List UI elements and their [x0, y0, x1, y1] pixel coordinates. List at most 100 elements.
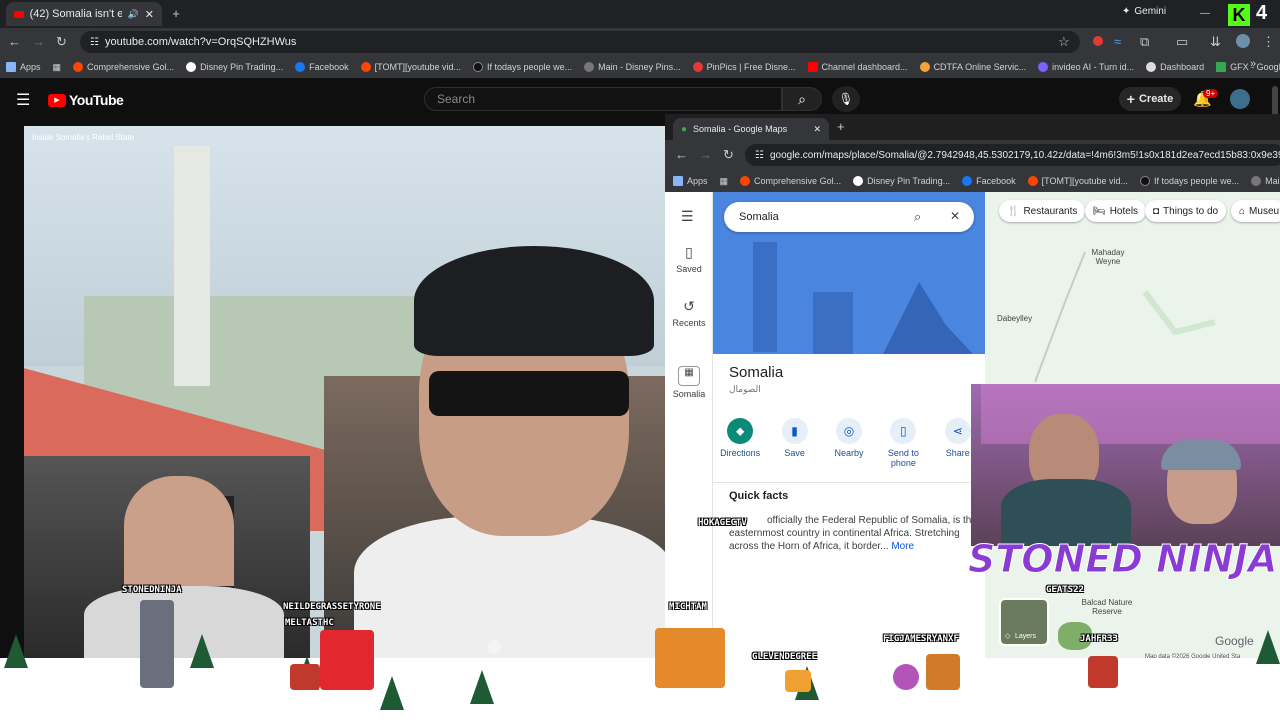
page-icon: [1251, 176, 1262, 186]
bookmark-item[interactable]: Disney Pin Trading...: [853, 176, 950, 186]
page-icon: [584, 62, 595, 72]
bookmark-icon: ▯: [685, 244, 693, 260]
maps-address-bar[interactable]: ☷ google.com/maps/place/Somalia/@2.79429…: [745, 144, 1280, 166]
search-icon[interactable]: ⌕: [914, 209, 921, 225]
voice-search-button[interactable]: 🎙: [832, 86, 860, 112]
extension-icon[interactable]: [1093, 36, 1103, 46]
bookmark-item[interactable]: Dashboard: [1146, 62, 1204, 72]
back-icon[interactable]: ←: [8, 34, 21, 49]
forward-icon[interactable]: →: [32, 34, 45, 49]
nearby-button[interactable]: ◎ Nearby: [826, 418, 872, 478]
sprite-cheese: [785, 670, 811, 692]
site-info-icon[interactable]: ☷: [90, 37, 99, 48]
kick-logo-icon: K: [1228, 4, 1250, 26]
side-panel-icon[interactable]: ▭: [1176, 34, 1188, 50]
bookmark-item[interactable]: Disney Pin Trading...: [186, 62, 283, 72]
forward-icon[interactable]: →: [699, 147, 712, 162]
sprite-tiger: [655, 628, 725, 688]
extensions-icon[interactable]: ⧉: [1140, 34, 1149, 50]
presenter-sunglasses: [429, 371, 629, 416]
bookmark-item[interactable]: Main - Disney Pins...: [584, 62, 681, 72]
save-button[interactable]: ▮ Save: [772, 418, 818, 478]
cdtfa-icon: [919, 62, 930, 72]
site-info-icon[interactable]: ☷: [755, 150, 764, 161]
rail-somalia[interactable]: ▦ Somalia: [665, 366, 713, 399]
reload-icon[interactable]: ↻: [723, 147, 734, 163]
chip-hotels[interactable]: 🛏 Hotels: [1085, 200, 1147, 222]
downloads-icon[interactable]: ⇊: [1210, 34, 1221, 50]
search-button[interactable]: ⌕: [782, 87, 822, 111]
gemini-label: Gemini: [1134, 6, 1167, 17]
bookmark-item[interactable]: CDTFA Online Servic...: [919, 62, 1026, 72]
new-tab-icon[interactable]: +: [837, 119, 845, 134]
bookmark-grid[interactable]: ▦: [53, 62, 62, 73]
bookmarks-overflow-icon[interactable]: »: [1250, 58, 1256, 70]
bookmark-label: [TOMT][youtube vid...: [1041, 176, 1129, 186]
bookmark-apps[interactable]: Apps: [673, 176, 708, 186]
bookmark-item[interactable]: GFX - Google Drive: [1216, 62, 1280, 72]
chip-label: Museu: [1249, 205, 1280, 217]
create-button[interactable]: + Create: [1119, 87, 1181, 111]
minimize-icon[interactable]: —: [1198, 4, 1212, 22]
quick-facts-heading: Quick facts: [729, 490, 789, 502]
youtube-logo[interactable]: ▶ YouTube: [48, 92, 124, 108]
hamburger-menu-icon[interactable]: ☰: [16, 90, 30, 110]
rail-saved[interactable]: ▯ Saved: [665, 244, 713, 274]
bookmark-item[interactable]: [TOMT][youtube vid...: [360, 62, 461, 72]
account-avatar[interactable]: [1230, 89, 1250, 109]
page-scrollbar[interactable]: [1272, 86, 1278, 116]
youtube-search-input[interactable]: Search: [424, 87, 782, 111]
video-player[interactable]: Inside Somalia's Rebel State: [24, 126, 665, 658]
browser-tab-youtube[interactable]: (42) Somalia isn't even real... 🔊 ✕: [6, 2, 162, 26]
bookmark-grid[interactable]: ▦: [720, 176, 729, 187]
bookmark-item[interactable]: If todays people we...: [1140, 176, 1239, 186]
bookmark-apps[interactable]: Apps: [6, 62, 41, 72]
hotel-icon: 🛏: [1093, 205, 1106, 217]
bookmark-item[interactable]: Comprehensive Gol...: [73, 62, 174, 72]
reload-icon[interactable]: ↻: [56, 34, 67, 50]
bookmark-item[interactable]: Facebook: [295, 62, 349, 72]
bookmark-item[interactable]: If todays people we...: [473, 62, 572, 72]
chip-things-to-do[interactable]: ◘ Things to do: [1145, 200, 1227, 222]
bookmark-item[interactable]: Channel dashboard...: [807, 62, 908, 72]
facebook-icon: [962, 176, 973, 186]
menu-kebab-icon[interactable]: ⋮: [1262, 34, 1275, 50]
chip-restaurants[interactable]: 🍴 Restaurants: [999, 200, 1086, 222]
bookmark-item[interactable]: Comprehensive Gol...: [740, 176, 841, 186]
close-tab-icon[interactable]: ✕: [145, 8, 154, 21]
browser-tab-maps[interactable]: ● Somalia - Google Maps ✕: [673, 118, 829, 140]
maps-menu-icon[interactable]: ☰: [681, 208, 694, 225]
hero-mountain: [883, 282, 973, 354]
layers-button[interactable]: ◇ Layers: [999, 598, 1049, 646]
chip-museums[interactable]: ⌂ Museu: [1231, 200, 1280, 222]
extension-2-icon[interactable]: ≈: [1114, 34, 1121, 49]
more-link[interactable]: More: [891, 541, 914, 552]
bookmark-item[interactable]: [TOMT][youtube vid...: [1027, 176, 1129, 186]
maps-pin-icon: ●: [681, 123, 688, 135]
directions-button[interactable]: ⬥ Directions: [717, 418, 763, 478]
action-label: Save: [784, 448, 805, 458]
bookmark-item[interactable]: Facebook: [962, 176, 1016, 186]
directions-icon: ⬥: [727, 418, 754, 444]
send-to-phone-button[interactable]: ▯ Send to phone: [880, 418, 926, 478]
bookmark-item[interactable]: PinPics | Free Disne...: [692, 62, 796, 72]
bookmark-label: Disney Pin Trading...: [200, 62, 284, 72]
address-bar[interactable]: ☷ youtube.com/watch?v=OrqSQHZHWus: [80, 31, 1080, 53]
pinpics-icon: [692, 62, 703, 72]
audio-icon[interactable]: 🔊: [128, 9, 139, 20]
disney-icon: [186, 62, 197, 72]
hero-tower: [753, 242, 777, 352]
maps-search-input[interactable]: Somalia ⌕ ✕: [724, 202, 974, 232]
bookmark-item[interactable]: Main - Disney Pins: [1251, 176, 1280, 186]
gemini-button[interactable]: ✦ Gemini: [1122, 6, 1166, 17]
browser-tab-bar: (42) Somalia isn't even real... 🔊 ✕ + ✦G…: [0, 0, 1280, 28]
clear-search-icon[interactable]: ✕: [950, 209, 960, 223]
back-icon[interactable]: ←: [675, 147, 688, 162]
new-tab-icon[interactable]: +: [168, 4, 184, 22]
bookmark-item[interactable]: invideo AI - Turn id...: [1038, 62, 1134, 72]
close-tab-icon[interactable]: ✕: [813, 124, 821, 135]
profile-avatar[interactable]: [1236, 34, 1250, 48]
bookmark-star-icon[interactable]: ☆: [1058, 34, 1070, 50]
rail-recents[interactable]: ↺ Recents: [665, 298, 713, 328]
chevron-up-icon[interactable]: [487, 640, 501, 654]
